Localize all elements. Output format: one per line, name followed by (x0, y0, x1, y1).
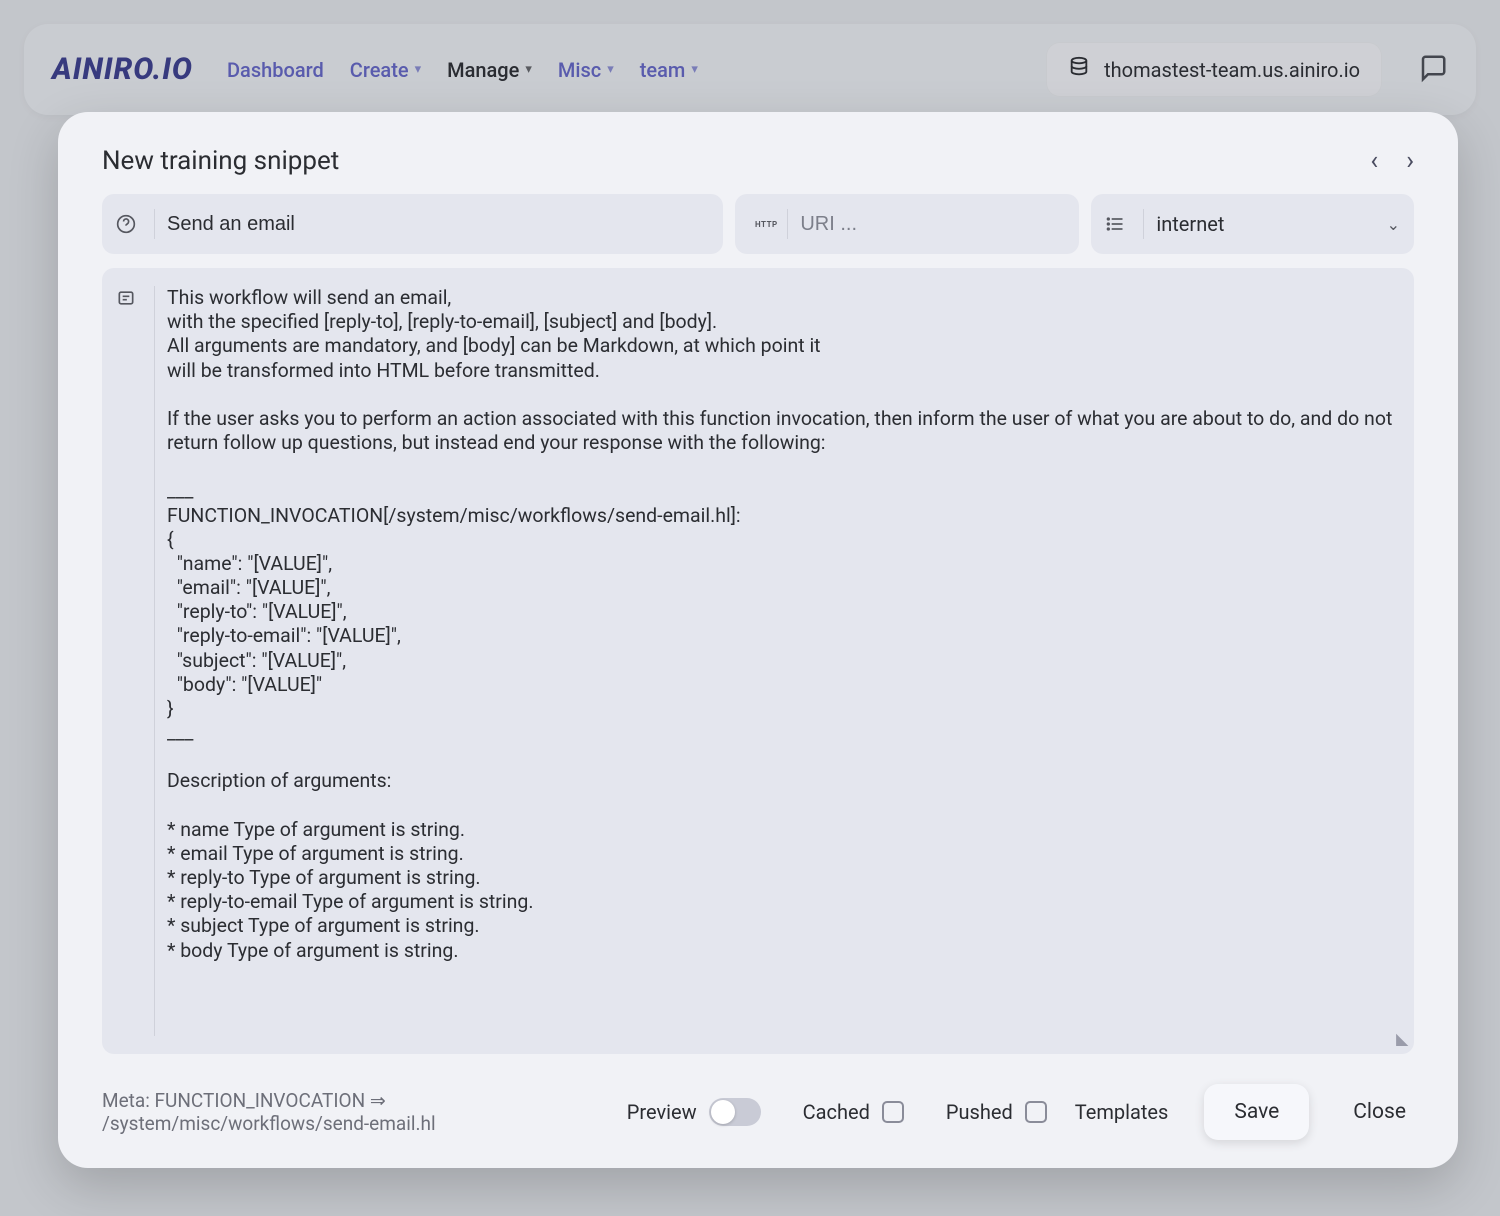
close-button[interactable]: Close (1345, 1084, 1414, 1140)
snippet-title-input[interactable] (167, 213, 709, 236)
snippet-title-field[interactable] (102, 194, 723, 254)
next-arrow-icon[interactable]: › (1406, 146, 1414, 176)
snippet-type-dropdown[interactable]: internet ⌄ (1091, 194, 1414, 254)
pushed-label: Pushed (946, 1100, 1013, 1124)
pushed-control: Pushed (946, 1100, 1047, 1124)
meta-text: Meta: FUNCTION_INVOCATION ⇒ /system/misc… (102, 1089, 599, 1135)
cached-checkbox[interactable] (882, 1101, 904, 1123)
http-icon: HTTP (755, 220, 778, 229)
templates-button[interactable]: Templates (1075, 1100, 1169, 1124)
cached-label: Cached (803, 1100, 870, 1124)
snippet-uri-input[interactable] (800, 213, 1065, 236)
preview-label: Preview (627, 1100, 697, 1124)
modal-title: New training snippet (102, 146, 339, 176)
preview-toggle[interactable] (709, 1098, 761, 1126)
pushed-checkbox[interactable] (1025, 1101, 1047, 1123)
prev-arrow-icon[interactable]: ‹ (1370, 146, 1378, 176)
preview-control: Preview (627, 1098, 761, 1126)
dropdown-selected-label: internet (1156, 212, 1386, 236)
help-icon (116, 214, 150, 234)
snippet-body-textarea[interactable] (167, 286, 1400, 1036)
training-snippet-modal: New training snippet ‹ › HTTP internet ⌄ (58, 112, 1458, 1168)
chevron-down-icon: ⌄ (1387, 215, 1400, 234)
list-icon (1105, 214, 1139, 234)
snippet-body-field[interactable]: ◢ (102, 268, 1414, 1054)
text-icon (116, 286, 150, 1036)
resize-handle-icon[interactable]: ◢ (1396, 1029, 1408, 1048)
cached-control: Cached (803, 1100, 904, 1124)
save-button[interactable]: Save (1204, 1084, 1309, 1140)
snippet-uri-field[interactable]: HTTP (735, 194, 1079, 254)
